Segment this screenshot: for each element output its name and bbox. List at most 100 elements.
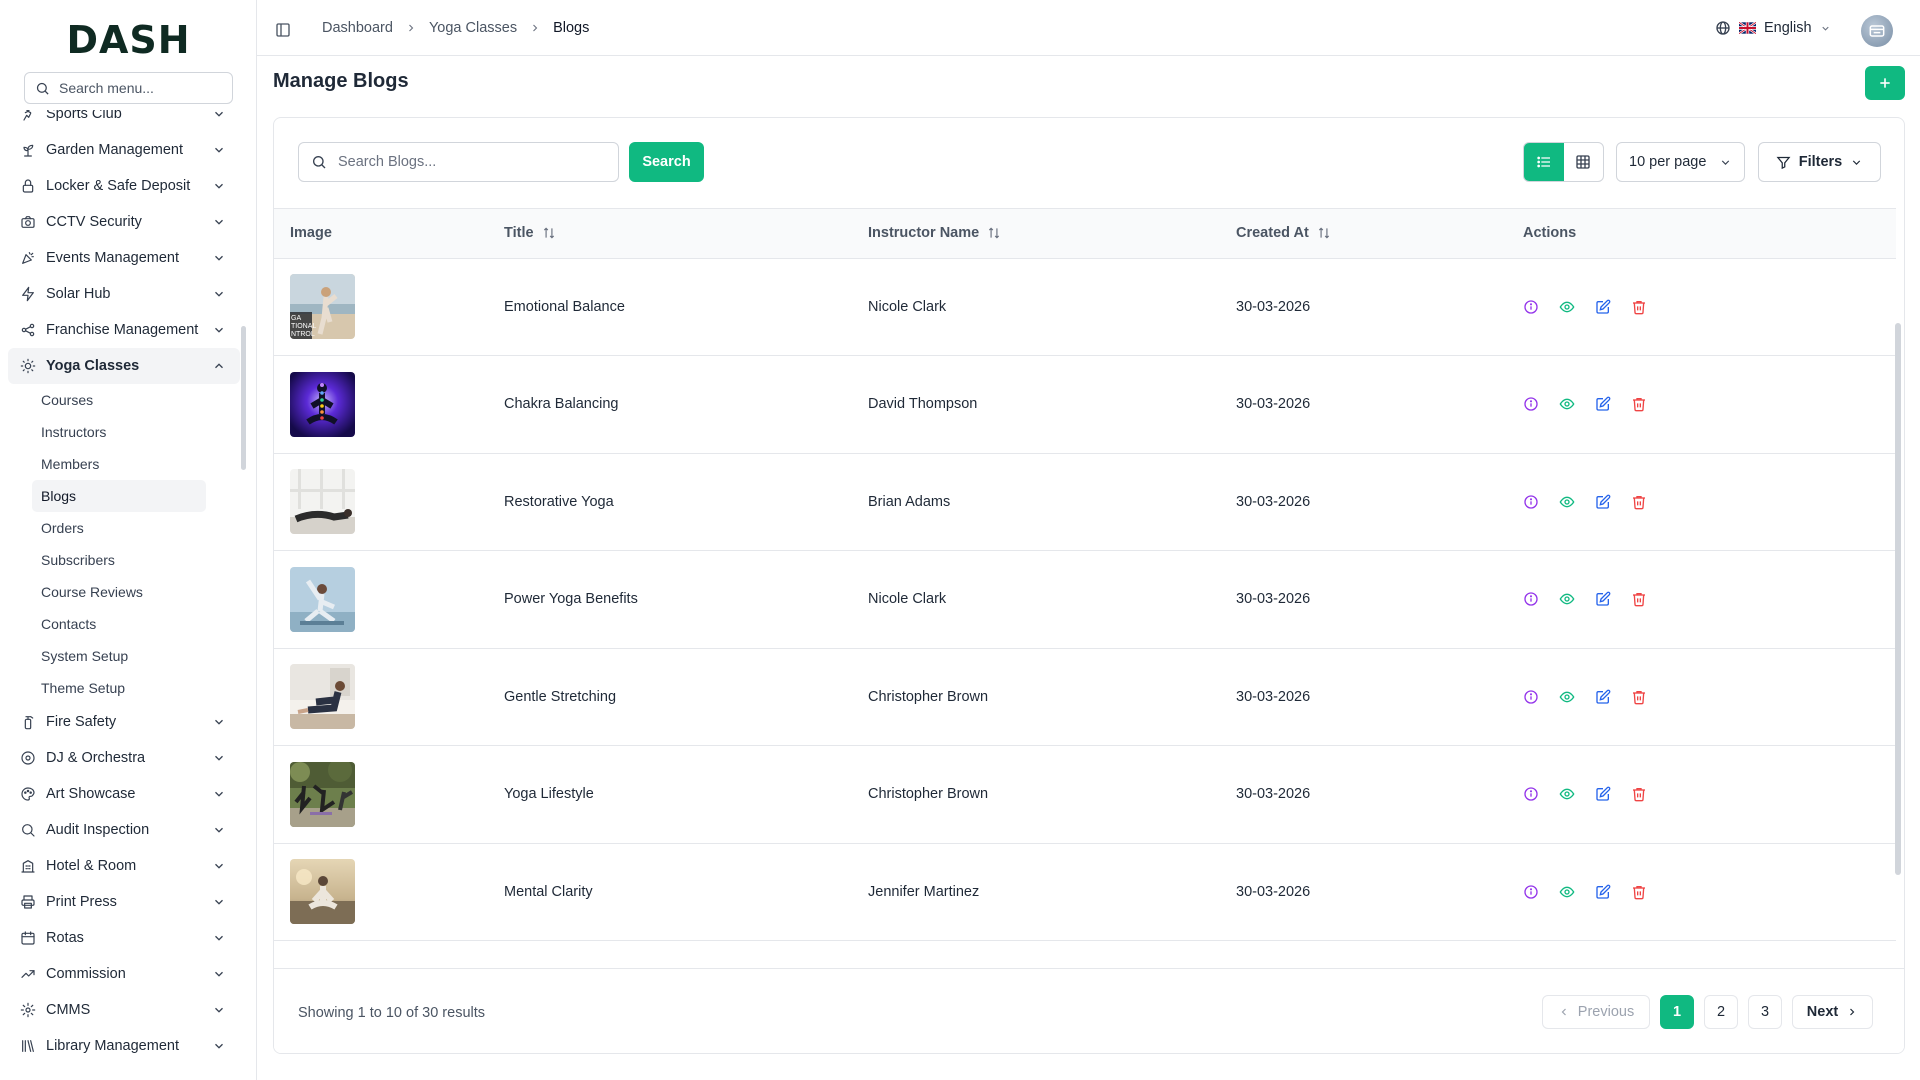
sidebar-search[interactable]	[24, 72, 233, 104]
trash-icon[interactable]	[1631, 591, 1647, 607]
next-page-button[interactable]: Next	[1792, 995, 1873, 1029]
sidebar-item-garden-management[interactable]: Garden Management	[8, 132, 240, 168]
table-row[interactable]: Chakra Balancing David Thompson 30-03-2026	[274, 356, 1896, 453]
sort-icon[interactable]	[542, 226, 556, 240]
sidebar-item-locker-safe-deposit[interactable]: Locker & Safe Deposit	[8, 168, 240, 204]
table-scrollbar[interactable]	[1895, 323, 1901, 875]
submenu-item-subscribers[interactable]: Subscribers	[32, 544, 206, 576]
list-view-button[interactable]	[1524, 143, 1564, 181]
edit-icon[interactable]	[1595, 786, 1611, 802]
sidebar-item-commission[interactable]: Commission	[8, 956, 240, 992]
breadcrumb-dashboard[interactable]: Dashboard	[322, 20, 393, 36]
sidebar-scrollbar[interactable]	[241, 326, 246, 470]
language-selector[interactable]: English	[1715, 0, 1831, 56]
eye-icon[interactable]	[1559, 786, 1575, 802]
search-button[interactable]: Search	[629, 142, 704, 182]
eye-icon[interactable]	[1559, 591, 1575, 607]
info-icon[interactable]	[1523, 786, 1539, 802]
sidebar-item-yoga-classes[interactable]: Yoga Classes	[8, 348, 240, 384]
sidebar-item-cctv-security[interactable]: CCTV Security	[8, 204, 240, 240]
trash-icon[interactable]	[1631, 299, 1647, 315]
trash-icon[interactable]	[1631, 396, 1647, 412]
filters-button[interactable]: Filters	[1758, 142, 1881, 182]
page-button-3[interactable]: 3	[1748, 995, 1782, 1029]
sidebar-item-hotel-room[interactable]: Hotel & Room	[8, 848, 240, 884]
add-blog-button[interactable]	[1865, 66, 1905, 100]
cell-title: Emotional Balance	[504, 298, 625, 315]
sidebar-item-fire-safety[interactable]: Fire Safety	[8, 704, 240, 740]
eye-icon[interactable]	[1559, 396, 1575, 412]
per-page-select[interactable]: 10 per page	[1616, 142, 1745, 182]
blog-thumbnail[interactable]	[290, 566, 355, 632]
info-icon[interactable]	[1523, 689, 1539, 705]
edit-icon[interactable]	[1595, 689, 1611, 705]
info-icon[interactable]	[1523, 299, 1539, 315]
blog-thumbnail[interactable]	[290, 371, 355, 437]
sidebar-item-art-showcase[interactable]: Art Showcase	[8, 776, 240, 812]
edit-icon[interactable]	[1595, 884, 1611, 900]
submenu-item-course-reviews[interactable]: Course Reviews	[32, 576, 206, 608]
breadcrumb-yoga-classes[interactable]: Yoga Classes	[429, 20, 517, 36]
blog-search-input[interactable]	[338, 154, 598, 170]
info-icon[interactable]	[1523, 884, 1539, 900]
previous-page-button[interactable]: Previous	[1542, 995, 1650, 1029]
sidebar-item-events-management[interactable]: Events Management	[8, 240, 240, 276]
sidebar-toggle-icon[interactable]	[275, 22, 291, 38]
column-title[interactable]: Title	[488, 209, 852, 259]
submenu-item-members[interactable]: Members	[32, 448, 206, 480]
page-button-2[interactable]: 2	[1704, 995, 1738, 1029]
table-row[interactable]: Mental Clarity Jennifer Martinez 30-03-202…	[274, 843, 1896, 941]
column-instructor-name[interactable]: Instructor Name	[852, 209, 1220, 259]
info-icon[interactable]	[1523, 396, 1539, 412]
eye-icon[interactable]	[1559, 689, 1575, 705]
edit-icon[interactable]	[1595, 396, 1611, 412]
table-row[interactable]: Gentle Stretching Christopher Brown 30-03-…	[274, 648, 1896, 746]
table-row[interactable]: Power Yoga Benefits Nicole Clark 30-03-202…	[274, 551, 1896, 648]
eye-icon[interactable]	[1559, 494, 1575, 510]
avatar[interactable]	[1861, 15, 1893, 47]
sidebar-item-franchise-management[interactable]: Franchise Management	[8, 312, 240, 348]
blog-thumbnail[interactable]: GA TIONAL NTROL	[290, 274, 355, 340]
submenu-item-blogs[interactable]: Blogs	[32, 480, 206, 512]
info-icon[interactable]	[1523, 591, 1539, 607]
column-created-at[interactable]: Created At	[1220, 209, 1507, 259]
submenu-item-theme-setup[interactable]: Theme Setup	[32, 672, 206, 704]
table-row[interactable]: GA TIONAL NTROL Emotional Balance Nicole Cla…	[274, 258, 1896, 356]
trash-icon[interactable]	[1631, 494, 1647, 510]
sidebar-item-audit-inspection[interactable]: Audit Inspection	[8, 812, 240, 848]
submenu-item-system-setup[interactable]: System Setup	[32, 640, 206, 672]
submenu-item-courses[interactable]: Courses	[32, 384, 206, 416]
table-row[interactable]: Yoga Lifestyle Christopher Brown 30-03-202…	[274, 746, 1896, 843]
table-row[interactable]: Restorative Yoga Brian Adams 30-03-2026	[274, 453, 1896, 551]
eye-icon[interactable]	[1559, 299, 1575, 315]
sort-icon[interactable]	[1317, 226, 1331, 240]
sidebar-item-library-management[interactable]: Library Management	[8, 1028, 240, 1064]
sidebar-item-print-press[interactable]: Print Press	[8, 884, 240, 920]
sidebar-item-solar-hub[interactable]: Solar Hub	[8, 276, 240, 312]
page-button-1[interactable]: 1	[1660, 995, 1694, 1029]
blog-thumbnail[interactable]	[290, 469, 355, 535]
sidebar-item-dj-orchestra[interactable]: DJ & Orchestra	[8, 740, 240, 776]
blog-thumbnail[interactable]	[290, 859, 355, 925]
sidebar-item-sports-club[interactable]: Sports Club	[8, 110, 240, 132]
logo[interactable]: DASH	[0, 18, 257, 62]
sidebar-item-cmms[interactable]: CMMS	[8, 992, 240, 1028]
sidebar-item-rotas[interactable]: Rotas	[8, 920, 240, 956]
trash-icon[interactable]	[1631, 689, 1647, 705]
grid-view-button[interactable]	[1564, 143, 1604, 181]
blog-thumbnail[interactable]	[290, 664, 355, 730]
eye-icon[interactable]	[1559, 884, 1575, 900]
submenu-item-instructors[interactable]: Instructors	[32, 416, 206, 448]
sort-icon[interactable]	[987, 226, 1001, 240]
submenu-item-contacts[interactable]: Contacts	[32, 608, 206, 640]
edit-icon[interactable]	[1595, 299, 1611, 315]
blog-search-box[interactable]	[298, 142, 619, 182]
submenu-item-orders[interactable]: Orders	[32, 512, 206, 544]
info-icon[interactable]	[1523, 494, 1539, 510]
edit-icon[interactable]	[1595, 494, 1611, 510]
trash-icon[interactable]	[1631, 884, 1647, 900]
trash-icon[interactable]	[1631, 786, 1647, 802]
edit-icon[interactable]	[1595, 591, 1611, 607]
sidebar-search-input[interactable]	[59, 80, 219, 96]
blog-thumbnail[interactable]	[290, 761, 355, 827]
